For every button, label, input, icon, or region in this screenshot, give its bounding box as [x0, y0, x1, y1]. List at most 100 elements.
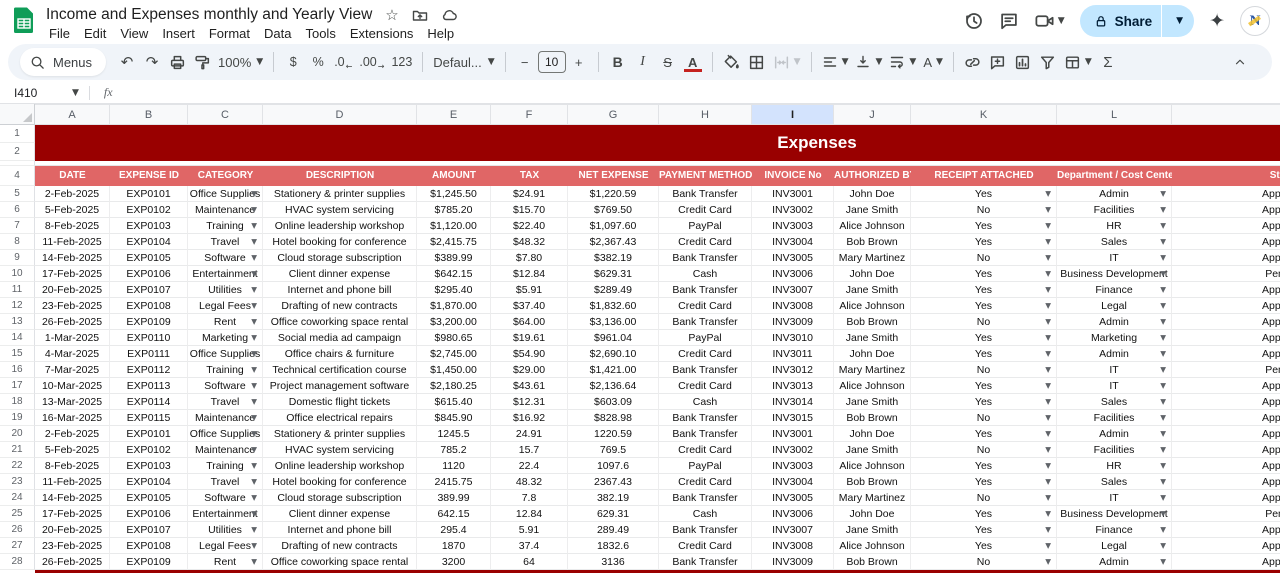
cell-dropdown-icon[interactable]: ▼: [251, 234, 257, 250]
row-header-26[interactable]: 26: [0, 522, 35, 538]
cell-status[interactable]: Approved: [1172, 250, 1280, 266]
cell-dept[interactable]: Facilities▼: [1057, 202, 1172, 218]
cell-receipt[interactable]: Yes▼: [911, 298, 1057, 314]
row-header-14[interactable]: 14: [0, 330, 35, 346]
cell-amount[interactable]: $2,745.00: [417, 346, 491, 362]
merge-cells-button[interactable]: ▼: [770, 49, 804, 75]
cell-category[interactable]: Software▼: [188, 490, 263, 506]
cell-description[interactable]: Online leadership workshop: [263, 218, 417, 234]
cell-dropdown-icon[interactable]: ▼: [1045, 474, 1051, 490]
cell-date[interactable]: 23-Feb-2025: [35, 538, 110, 554]
cell-description[interactable]: Hotel booking for conference: [263, 474, 417, 490]
cell-dropdown-icon[interactable]: ▼: [251, 538, 257, 554]
cell-dept[interactable]: Admin▼: [1057, 554, 1172, 570]
cell-dept[interactable]: IT▼: [1057, 250, 1172, 266]
cell-tax[interactable]: $7.80: [491, 250, 568, 266]
cell-amount[interactable]: 1120: [417, 458, 491, 474]
strikethrough-button[interactable]: S: [656, 49, 680, 75]
cell-dept[interactable]: Facilities▼: [1057, 442, 1172, 458]
cell-by[interactable]: Alice Johnson: [834, 218, 911, 234]
cell-dropdown-icon[interactable]: ▼: [1160, 522, 1166, 538]
row-header-7[interactable]: 7: [0, 218, 35, 234]
cell-dropdown-icon[interactable]: ▼: [1160, 266, 1166, 282]
cell-status[interactable]: Approved: [1172, 394, 1280, 410]
cell-dropdown-icon[interactable]: ▼: [1045, 538, 1051, 554]
cell-amount[interactable]: 2415.75: [417, 474, 491, 490]
cell-dropdown-icon[interactable]: ▼: [251, 218, 257, 234]
table-header-cell[interactable]: TAX: [491, 166, 568, 186]
table-header-cell[interactable]: AMOUNT: [417, 166, 491, 186]
cell-by[interactable]: Alice Johnson: [834, 298, 911, 314]
cell-dropdown-icon[interactable]: ▼: [251, 554, 257, 570]
collapse-toolbar-button[interactable]: [1228, 49, 1252, 75]
cell-tax[interactable]: 64: [491, 554, 568, 570]
cell-net[interactable]: $2,367.43: [568, 234, 659, 250]
menu-help[interactable]: Help: [420, 26, 461, 42]
cell-invoice[interactable]: INV3002: [752, 202, 834, 218]
cell-by[interactable]: Mary Martinez: [834, 250, 911, 266]
cell-date[interactable]: 2-Feb-2025: [35, 426, 110, 442]
cell-date[interactable]: 16-Mar-2025: [35, 410, 110, 426]
cell-category[interactable]: Utilities▼: [188, 522, 263, 538]
cell-dropdown-icon[interactable]: ▼: [251, 266, 257, 282]
cell-dropdown-icon[interactable]: ▼: [1160, 250, 1166, 266]
cell-by[interactable]: Alice Johnson: [834, 458, 911, 474]
cell-dropdown-icon[interactable]: ▼: [1160, 234, 1166, 250]
cell-net[interactable]: 382.19: [568, 490, 659, 506]
cell-dropdown-icon[interactable]: ▼: [251, 474, 257, 490]
cell-invoice[interactable]: INV3005: [752, 490, 834, 506]
table-header-cell[interactable]: RECEIPT ATTACHED: [911, 166, 1057, 186]
meet-video-button[interactable]: ▼: [1034, 11, 1065, 31]
cell-by[interactable]: Bob Brown: [834, 474, 911, 490]
cell-dropdown-icon[interactable]: ▼: [1160, 410, 1166, 426]
cell-date[interactable]: 11-Feb-2025: [35, 234, 110, 250]
cell-receipt[interactable]: Yes▼: [911, 186, 1057, 202]
cell-date[interactable]: 13-Mar-2025: [35, 394, 110, 410]
cell-status[interactable]: Approved: [1172, 330, 1280, 346]
cell-category[interactable]: Marketing▼: [188, 330, 263, 346]
cell-dropdown-icon[interactable]: ▼: [1160, 202, 1166, 218]
cell-status[interactable]: Approved: [1172, 490, 1280, 506]
cell-amount[interactable]: 3200: [417, 554, 491, 570]
cell-status[interactable]: Approved: [1172, 458, 1280, 474]
cell-dropdown-icon[interactable]: ▼: [1045, 426, 1051, 442]
cell-dropdown-icon[interactable]: ▼: [1160, 186, 1166, 202]
cell-dropdown-icon[interactable]: ▼: [1160, 218, 1166, 234]
cell-date[interactable]: 14-Feb-2025: [35, 490, 110, 506]
cell-method[interactable]: PayPal: [659, 458, 752, 474]
cell-tax[interactable]: $5.91: [491, 282, 568, 298]
cell-method[interactable]: Credit Card: [659, 202, 752, 218]
cell-net[interactable]: 769.5: [568, 442, 659, 458]
column-header-K[interactable]: K: [911, 104, 1057, 125]
cell-id[interactable]: EXP0104: [110, 234, 188, 250]
row-header-23[interactable]: 23: [0, 474, 35, 490]
cell-dropdown-icon[interactable]: ▼: [1160, 394, 1166, 410]
table-header-cell[interactable]: CATEGORY: [188, 166, 263, 186]
menu-file[interactable]: File: [42, 26, 77, 42]
cell-dropdown-icon[interactable]: ▼: [1045, 394, 1051, 410]
cell-id[interactable]: EXP0102: [110, 202, 188, 218]
cell-dropdown-icon[interactable]: ▼: [1045, 362, 1051, 378]
cell-date[interactable]: 10-Mar-2025: [35, 378, 110, 394]
cell-receipt[interactable]: No▼: [911, 554, 1057, 570]
column-header-D[interactable]: D: [263, 104, 417, 125]
cell-status[interactable]: Approved: [1172, 378, 1280, 394]
cell-receipt[interactable]: No▼: [911, 410, 1057, 426]
cell-invoice[interactable]: INV3008: [752, 538, 834, 554]
cell-method[interactable]: Bank Transfer: [659, 410, 752, 426]
cell-tax[interactable]: 24.91: [491, 426, 568, 442]
row-header-24[interactable]: 24: [0, 490, 35, 506]
cell-tax[interactable]: $54.90: [491, 346, 568, 362]
cell-dropdown-icon[interactable]: ▼: [251, 298, 257, 314]
cell-id[interactable]: EXP0109: [110, 554, 188, 570]
cell-status[interactable]: Pending: [1172, 266, 1280, 282]
row-header-2[interactable]: 2: [0, 143, 35, 161]
cell-receipt[interactable]: Yes▼: [911, 506, 1057, 522]
cell-by[interactable]: Bob Brown: [834, 410, 911, 426]
cell-dropdown-icon[interactable]: ▼: [1160, 506, 1166, 522]
cell-invoice[interactable]: INV3015: [752, 410, 834, 426]
cell-method[interactable]: Bank Transfer: [659, 362, 752, 378]
cell-net[interactable]: $2,690.10: [568, 346, 659, 362]
cell-amount[interactable]: $642.15: [417, 266, 491, 282]
cell-amount[interactable]: 1870: [417, 538, 491, 554]
